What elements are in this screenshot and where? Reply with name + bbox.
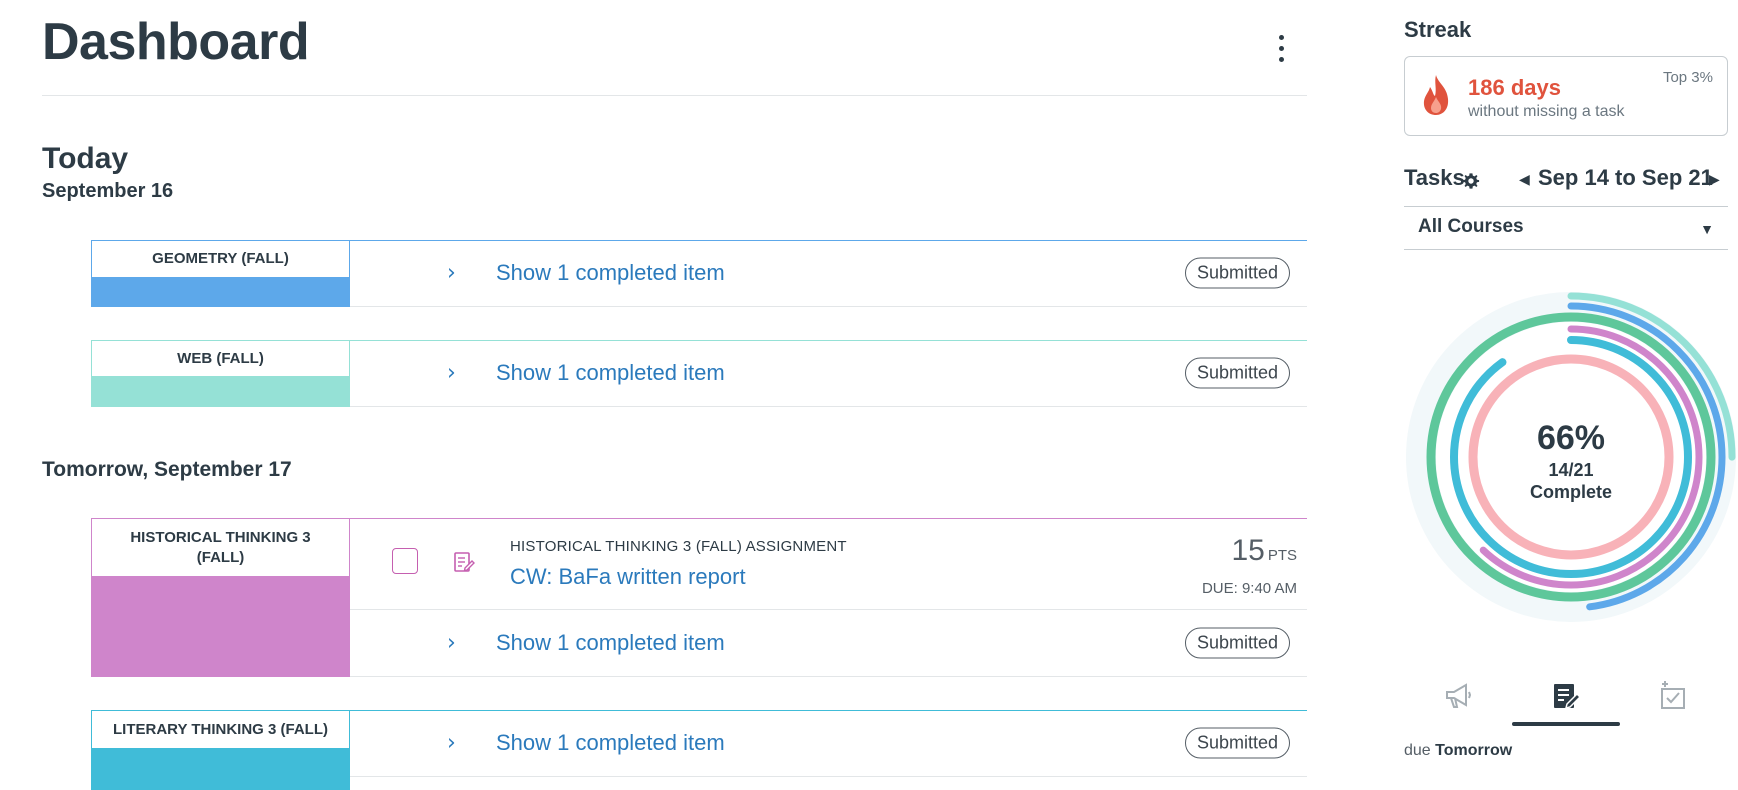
sidebar-tabs xyxy=(1404,676,1738,726)
streak-heading: Streak xyxy=(1404,17,1472,42)
due-label: due Tomorrow xyxy=(1404,742,1512,760)
course-color-bar xyxy=(91,377,350,407)
chevron-right-icon[interactable]: › xyxy=(447,731,456,756)
progress-ring-5 xyxy=(1450,336,1692,578)
assignment-row: HISTORICAL THINKING 3 (FALL) ASSIGNMENT … xyxy=(350,518,1307,610)
day-date-today: September 16 xyxy=(42,180,174,202)
complete-checkbox[interactable] xyxy=(392,548,418,574)
streak-subtitle: without missing a task xyxy=(1468,103,1625,120)
assignments-icon xyxy=(1554,684,1582,710)
course-name[interactable]: WEB (FALL) xyxy=(91,340,350,377)
show-completed-link[interactable]: Show 1 completed item xyxy=(496,260,725,286)
flame-icon xyxy=(1423,75,1449,115)
progress-percent: 66% xyxy=(1537,419,1605,457)
course-name[interactable]: GEOMETRY (FALL) xyxy=(91,240,350,278)
assignment-title-link[interactable]: CW: BaFa written report xyxy=(510,564,746,590)
due-time: DUE: 9:40 AM xyxy=(1201,580,1297,597)
course-group-web: WEB (FALL) › Show 1 completed item Submi… xyxy=(91,340,1307,407)
completed-items-row[interactable]: › Show 1 completed item Submitted xyxy=(350,340,1307,407)
sidebar: Streak 186 days without missing a task T… xyxy=(1404,0,1738,768)
caret-down-icon: ▼ xyxy=(1700,221,1714,237)
show-completed-link[interactable]: Show 1 completed item xyxy=(496,730,725,756)
course-box: GEOMETRY (FALL) xyxy=(91,240,350,307)
progress-ring-6 xyxy=(1468,354,1674,560)
chevron-right-icon[interactable]: › xyxy=(447,361,456,386)
assignment-icon xyxy=(454,552,475,572)
course-box: WEB (FALL) xyxy=(91,340,350,407)
chevron-right-icon[interactable]: › xyxy=(447,261,456,286)
tab-announcements[interactable] xyxy=(1404,676,1512,726)
status-badge: Submitted xyxy=(1184,727,1290,759)
tab-assignments[interactable] xyxy=(1512,676,1620,726)
completed-items-row[interactable]: › Show 1 completed item Submitted xyxy=(350,610,1307,677)
course-name[interactable]: HISTORICAL THINKING 3 (FALL) xyxy=(91,518,350,577)
course-box: LITERARY THINKING 3 (FALL) xyxy=(91,710,350,790)
header-divider xyxy=(42,95,1307,96)
course-color-bar xyxy=(91,278,350,307)
date-range: Sep 14 to Sep 21 xyxy=(1538,165,1713,190)
course-filter-select[interactable]: All Courses ▼ xyxy=(1404,206,1728,250)
course-name[interactable]: LITERARY THINKING 3 (FALL) xyxy=(91,710,350,749)
points-value: 15 xyxy=(1231,534,1265,567)
points-label: PTS xyxy=(1267,547,1297,564)
streak-rank: Top 3% xyxy=(1662,69,1713,86)
assignment-type: HISTORICAL THINKING 3 (FALL) ASSIGNMENT xyxy=(510,538,847,555)
active-tab-indicator xyxy=(1512,722,1620,726)
completed-items-row[interactable]: › Show 1 completed item Submitted xyxy=(350,710,1307,777)
course-color-bar xyxy=(91,749,350,790)
planner-main: Dashboard Today September 16 GEOMETRY (F… xyxy=(0,0,1320,790)
course-group-historical-thinking: HISTORICAL THINKING 3 (FALL) HISTORICAL … xyxy=(91,518,1307,677)
course-color-bar xyxy=(91,577,350,677)
course-box: HISTORICAL THINKING 3 (FALL) xyxy=(91,518,350,677)
status-badge: Submitted xyxy=(1184,357,1290,389)
day-heading-tomorrow: Tomorrow, September 17 xyxy=(42,458,292,481)
completed-items-row[interactable]: › Show 1 completed item Submitted xyxy=(350,240,1307,307)
gear-icon[interactable] xyxy=(1462,172,1480,190)
show-completed-link[interactable]: Show 1 completed item xyxy=(496,360,725,386)
tab-todo[interactable] xyxy=(1620,676,1728,726)
tasks-bar: Tasks ◀ Sep 14 to Sep 21 ▶ xyxy=(1404,165,1738,199)
status-badge: Submitted xyxy=(1184,627,1290,659)
progress-fraction: 14/21 xyxy=(1548,460,1593,480)
day-heading-today: Today xyxy=(42,142,129,175)
course-group-geometry: GEOMETRY (FALL) › Show 1 completed item … xyxy=(91,240,1307,307)
kebab-icon[interactable] xyxy=(1268,28,1294,68)
due-prefix: due xyxy=(1404,742,1431,759)
progress-rings: 66% 14/21 Complete xyxy=(1406,292,1736,622)
prev-week-icon[interactable]: ◀ xyxy=(1519,171,1530,188)
streak-card: 186 days without missing a task Top 3% xyxy=(1404,56,1728,136)
chevron-right-icon[interactable]: › xyxy=(447,631,456,656)
announcements-icon xyxy=(1446,683,1472,708)
status-badge: Submitted xyxy=(1184,257,1290,289)
next-week-icon[interactable]: ▶ xyxy=(1709,171,1720,188)
page-title: Dashboard xyxy=(42,13,310,71)
streak-days: 186 days xyxy=(1468,75,1561,100)
assignment-points: 15 PTS xyxy=(1231,534,1297,568)
tasks-heading: Tasks xyxy=(1404,165,1465,190)
course-filter-value: All Courses xyxy=(1418,216,1524,237)
progress-label: Complete xyxy=(1530,482,1612,502)
progress-ring-4 xyxy=(1439,325,1703,589)
show-completed-link[interactable]: Show 1 completed item xyxy=(496,630,725,656)
due-when: Tomorrow xyxy=(1435,742,1513,759)
todo-add-icon xyxy=(1661,681,1685,709)
course-group-literary-thinking: LITERARY THINKING 3 (FALL) › Show 1 comp… xyxy=(91,710,1307,790)
